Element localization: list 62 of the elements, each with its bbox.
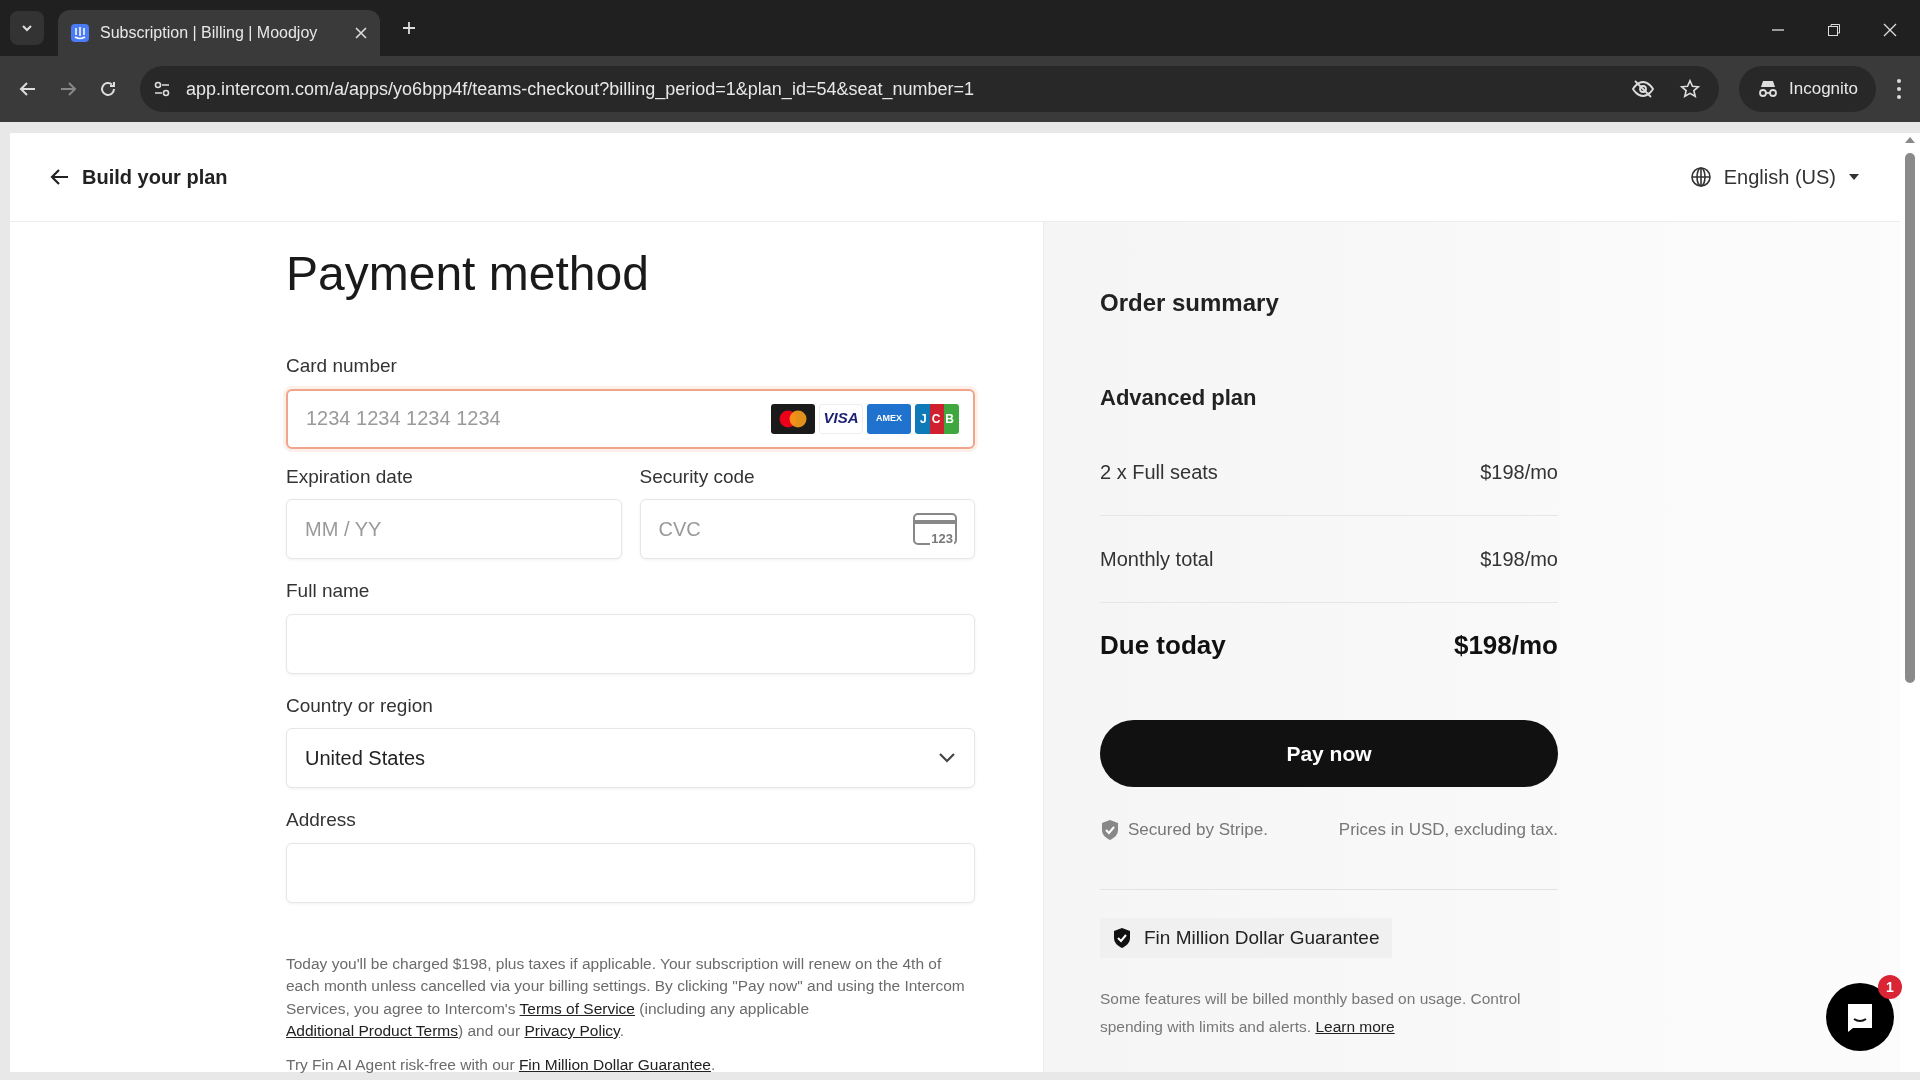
close-icon[interactable]	[1882, 22, 1898, 38]
text-link[interactable]: Fin Million Dollar Guarantee	[518, 1055, 711, 1073]
back-arrow-icon	[50, 168, 70, 186]
globe-icon	[1689, 166, 1712, 188]
plan-name: Advanced plan	[1100, 384, 1258, 412]
text-link[interactable]: Privacy Policy	[524, 1022, 620, 1039]
address-bar[interactable]: app.intercom.com/a/apps/yo6bpp4f/teams-checkout?billing_period=1&plan_id=54&seat_number=1	[140, 66, 1719, 112]
country-select[interactable]: United States	[286, 728, 975, 788]
star-icon[interactable]	[1679, 78, 1701, 100]
plus-icon	[401, 20, 417, 36]
scrollbar[interactable]	[1900, 133, 1920, 1072]
total-label: Due today	[1100, 628, 1226, 662]
guarantee-badge: Fin Million Dollar Guarantee	[1100, 917, 1392, 958]
visa-logo: VISA	[819, 403, 863, 434]
text-link[interactable]: Learn more	[1315, 1018, 1395, 1035]
menu-icon[interactable]	[1896, 78, 1902, 100]
field-label: Expiration date	[286, 464, 414, 489]
site-icon	[70, 23, 90, 43]
text-link[interactable]: Terms of Service	[519, 999, 635, 1017]
field-label: Full name	[286, 579, 371, 603]
legal-text: Today you'll be charged $198, plus taxes if applicable. Your subscription will renew on the 4th of each month unless cancelled via your billing settings. By clicking "Pay now" and using the Intercom Services, you agree to Intercom's Terms of Service (including any applicable Additional Product Terms) and our Privacy Policy.	[286, 953, 966, 1041]
caret-icon	[1848, 173, 1860, 181]
close-tab-icon[interactable]	[354, 26, 368, 40]
shield-check-icon	[1112, 926, 1132, 949]
back-link[interactable]: Build your plan	[50, 162, 228, 192]
page-title: Payment method	[286, 246, 650, 302]
line-item-amount: $198/mo	[1480, 547, 1558, 572]
usage-note: Some features will be billed monthly based on usage. Control spending with limits and alerts. Learn more	[1100, 989, 1522, 1037]
text-link[interactable]: Additional Product Terms	[286, 1022, 459, 1039]
chat-icon	[1845, 1001, 1875, 1033]
scroll-up-icon[interactable]	[1905, 137, 1915, 143]
url-text: app.intercom.com/a/apps/yo6bpp4f/teams-checkout?billing_period=1&plan_id=54&seat_number=1	[186, 77, 976, 102]
summary-title: Order summary	[1100, 288, 1280, 318]
line-item-amount: $198/mo	[1480, 460, 1558, 485]
field-label: Address	[286, 808, 357, 832]
shield-check-icon	[1100, 818, 1120, 841]
amex-logo: AMEX	[867, 403, 911, 434]
language-selector[interactable]: English (US)	[1689, 162, 1860, 192]
cvc-card-icon: 123	[913, 513, 957, 545]
jcb-logo: JCB	[915, 403, 959, 434]
field-label: Country or region	[286, 693, 434, 718]
tab-list-button[interactable]	[10, 11, 44, 45]
expiration-field[interactable]: MM / YY	[286, 499, 622, 559]
incognito-icon	[1757, 79, 1779, 99]
browser-tab[interactable]: Subscription | Billing | Moodjoy	[58, 10, 380, 56]
chevron-down-icon	[938, 752, 956, 764]
prices-note: Prices in USD, excluding tax.	[1338, 819, 1558, 841]
full-name-field[interactable]	[286, 613, 975, 674]
reload-icon[interactable]	[98, 79, 118, 99]
pay-now-button[interactable]: Pay now	[1100, 720, 1558, 787]
mastercard-logo-icon	[771, 403, 815, 434]
field-label: Security code	[639, 464, 756, 489]
field-label: Card number	[286, 354, 398, 378]
incognito-button[interactable]: Incognito	[1739, 66, 1876, 112]
site-settings-icon[interactable]	[152, 79, 172, 99]
restore-icon[interactable]	[1826, 22, 1842, 38]
address-field[interactable]	[286, 842, 975, 903]
secured-text: Secured by Stripe.	[1128, 819, 1268, 841]
line-item-label: 2 x Full seats	[1100, 460, 1218, 485]
total-amount: $198/mo	[1453, 628, 1558, 662]
legal-text: Try Fin AI Agent risk-free with our Fin Million Dollar Guarantee.	[286, 1054, 717, 1075]
line-item-label: Monthly total	[1100, 547, 1214, 572]
